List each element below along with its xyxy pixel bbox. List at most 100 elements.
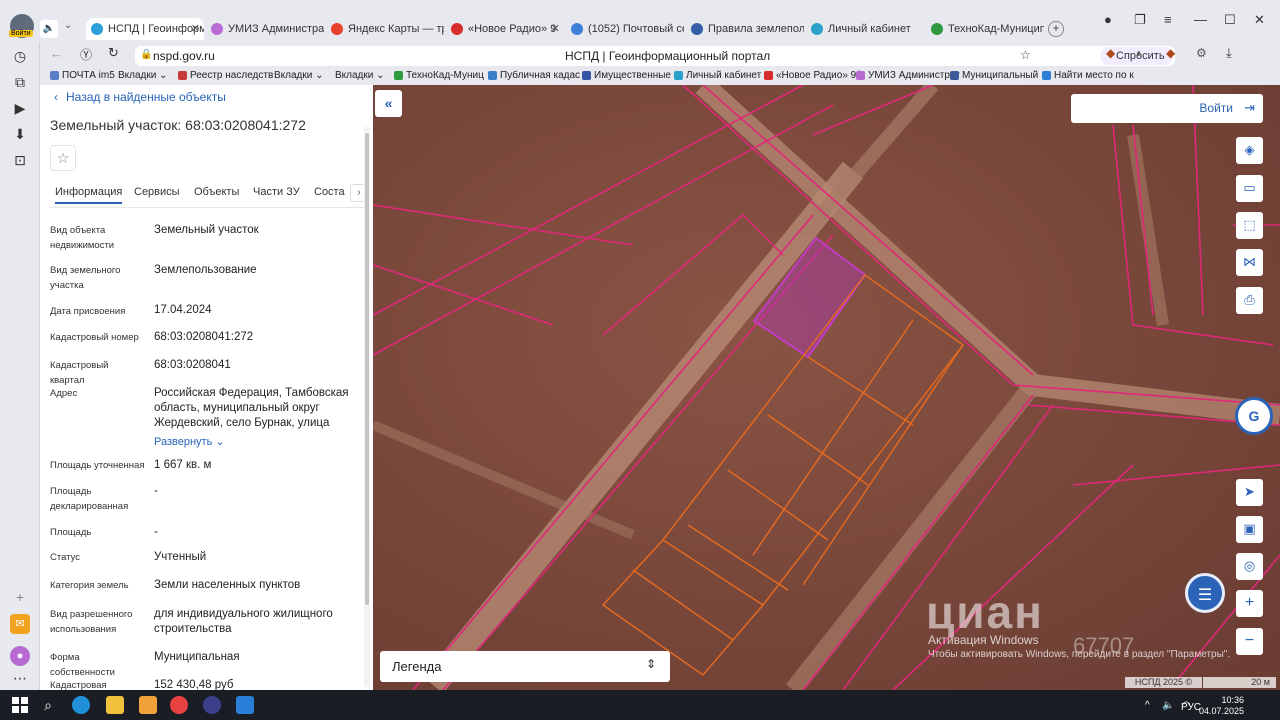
row-label: Категория земель xyxy=(50,580,129,591)
share-icon[interactable]: ⋈ xyxy=(1236,249,1263,276)
tab-list-chevron-icon[interactable]: ⌄ xyxy=(64,20,72,31)
tab-mail[interactable]: (1052) Почтовый серв xyxy=(566,18,684,40)
media-icon[interactable]: ▶ xyxy=(10,98,30,118)
bookmarks-panel-icon[interactable]: ⧉ xyxy=(10,72,30,92)
yandex-icon[interactable]: Ⓨ xyxy=(80,46,92,63)
ruler-icon[interactable]: ▭ xyxy=(1236,175,1263,202)
bookmark-label: Реестр наследств xyxy=(190,70,274,81)
history-icon[interactable]: ◷ xyxy=(10,46,30,66)
bookmark-item[interactable]: УМИЗ Администрат xyxy=(856,69,960,83)
mail-app-icon[interactable]: ✉ xyxy=(10,614,30,634)
row-label: Вид объекта недвижимости xyxy=(50,225,115,251)
tab-yandex-maps[interactable]: Яндекс Карты — тран xyxy=(326,18,444,40)
login-label: Войти xyxy=(1199,101,1233,115)
volume-icon[interactable]: 🔈 xyxy=(1162,700,1174,711)
basemap-icon[interactable]: ▣ xyxy=(1236,516,1263,543)
property-icon xyxy=(582,71,591,80)
new-tab-button[interactable]: + xyxy=(1048,21,1064,37)
back-to-results-link[interactable]: ‹ Назад в найденные объекты xyxy=(54,90,226,104)
app-icon[interactable] xyxy=(236,696,254,714)
legend-dropdown[interactable]: Легенда ⇕ xyxy=(380,651,670,682)
assistant-button[interactable]: G xyxy=(1235,397,1273,435)
maximize-icon[interactable]: ☐ xyxy=(1224,12,1236,28)
bookmark-label: Вкладки xyxy=(118,70,157,81)
geolocation-icon[interactable]: ◎ xyxy=(1236,553,1263,580)
tab-services[interactable]: Сервисы xyxy=(134,186,180,198)
alice-icon[interactable]: ● xyxy=(10,646,30,666)
reload-icon[interactable]: ↻ xyxy=(108,45,119,61)
tab-composition[interactable]: Соста xyxy=(314,186,345,198)
panel-scrollbar-thumb[interactable] xyxy=(365,133,369,605)
bookmark-item[interactable]: ТехноКад-Муниц xyxy=(394,69,484,83)
tab-parts[interactable]: Части ЗУ xyxy=(253,186,300,198)
bookmark-item[interactable]: Личный кабинет xyxy=(674,69,761,83)
tab-cabinet[interactable]: Личный кабинет xyxy=(806,18,924,40)
row-value: для индивидуального жилищного строительс… xyxy=(154,608,333,635)
map-view[interactable]: « Войти ⇥ ◈ ▭ ⬚ ⋈ ⎙ G ➤ ▣ ◎ + − ☰ циан 6… xyxy=(373,85,1280,690)
bookmark-item[interactable]: Найти место по к xyxy=(1042,69,1134,83)
close-tab-icon[interactable]: ✕ xyxy=(191,18,200,40)
tab-nspd[interactable]: НСПД | Геоинформ ✕ xyxy=(86,18,204,40)
back-icon[interactable]: ← xyxy=(50,46,63,61)
edge-icon[interactable] xyxy=(72,696,90,714)
clock[interactable]: 10:36 04.07.2025 xyxy=(1199,695,1244,717)
bookmark-item[interactable]: Публичная кадас xyxy=(488,69,580,83)
add-panel-icon[interactable]: + xyxy=(10,587,30,607)
layers-icon[interactable]: ◈ xyxy=(1236,137,1263,164)
app-icon[interactable] xyxy=(203,696,221,714)
tab-information[interactable]: Информация xyxy=(55,186,123,204)
mail-icon xyxy=(571,23,583,35)
windows-start-icon[interactable] xyxy=(11,696,29,714)
address-field[interactable]: 🔒 nspd.gov.ru НСПД | Геоинформационный п… xyxy=(135,46,1175,66)
bookmark-star-icon[interactable]: ☆ xyxy=(1020,48,1031,62)
extension-icon[interactable]: ◐ xyxy=(1136,46,1143,60)
yandex-browser-icon[interactable] xyxy=(170,696,188,714)
more-icon[interactable]: ⋯ xyxy=(10,668,30,688)
store-icon[interactable] xyxy=(139,696,157,714)
collections-icon[interactable]: ❐ xyxy=(1134,12,1146,28)
expand-address-link[interactable]: Развернуть ⌄ xyxy=(154,435,225,448)
close-window-icon[interactable]: ✕ xyxy=(1254,12,1265,28)
bookmark-item[interactable]: ПОЧТА im5 xyxy=(50,69,115,83)
badge-icon[interactable] xyxy=(10,126,30,146)
locate-icon[interactable]: ➤ xyxy=(1236,479,1263,506)
bookmark-label: Муниципальный xyxy=(962,70,1039,81)
bookmark-item[interactable]: Муниципальный xyxy=(950,69,1038,83)
bookmark-folder[interactable]: Вкладки ⌄ xyxy=(274,69,324,83)
print-icon[interactable]: ⎙ xyxy=(1236,287,1263,314)
folder-icon[interactable] xyxy=(106,696,124,714)
select-area-icon[interactable]: ⬚ xyxy=(1236,212,1263,239)
row-label: Вид разрешенного использования xyxy=(50,609,133,635)
zoom-in-icon[interactable]: + xyxy=(1236,590,1263,617)
close-tab-icon[interactable]: ✕ xyxy=(551,18,560,40)
bookmark-folder[interactable]: Вкладки ⌄ xyxy=(118,69,168,83)
scale-bar: 20 м xyxy=(1203,677,1276,688)
bookmark-item[interactable]: Имущественные xyxy=(582,69,671,83)
satellite-map[interactable] xyxy=(373,85,1280,690)
minimize-icon[interactable]: — xyxy=(1194,12,1207,27)
tab-rules[interactable]: Правила землепольз xyxy=(686,18,804,40)
chat-icon[interactable]: ☰ xyxy=(1185,573,1225,613)
tab-objects[interactable]: Объекты xyxy=(194,186,239,198)
tray-chevron-icon[interactable]: ^ xyxy=(1145,700,1150,711)
download-icon[interactable]: ⤓ xyxy=(1226,45,1232,61)
mute-icon[interactable]: 🔈 xyxy=(40,20,58,38)
tab-umiz[interactable]: УМИЗ Администрац xyxy=(206,18,324,40)
search-icon[interactable]: ⌕ xyxy=(39,696,57,714)
favorite-star-icon[interactable]: ☆ xyxy=(50,145,76,171)
extension-icon[interactable]: ◆ xyxy=(1166,46,1175,60)
menu-icon[interactable]: ≡ xyxy=(1164,12,1172,27)
zoom-out-icon[interactable]: − xyxy=(1236,628,1263,655)
bookmark-item[interactable]: «Новое Радио» 9( xyxy=(764,69,860,83)
tab-novoe-radio[interactable]: «Новое Радио» 9 ✕ xyxy=(446,18,564,40)
bookmark-folder[interactable]: Вкладки ⌄ xyxy=(335,69,385,83)
login-button[interactable]: Войти ⇥ xyxy=(1071,94,1263,123)
profile-button[interactable]: Войти xyxy=(9,14,34,38)
account-icon[interactable]: ● xyxy=(1104,12,1112,27)
tab-tehnokad[interactable]: ТехноКад-Муниципал xyxy=(926,18,1044,40)
collapse-panel-button[interactable]: « xyxy=(375,90,402,117)
bookmark-item[interactable]: Реестр наследств xyxy=(178,69,273,83)
screenshot-icon[interactable]: ⊡ xyxy=(10,150,30,170)
extension-icon[interactable]: ◆ xyxy=(1106,46,1115,60)
extensions-icon[interactable]: ⚙ xyxy=(1196,46,1207,60)
